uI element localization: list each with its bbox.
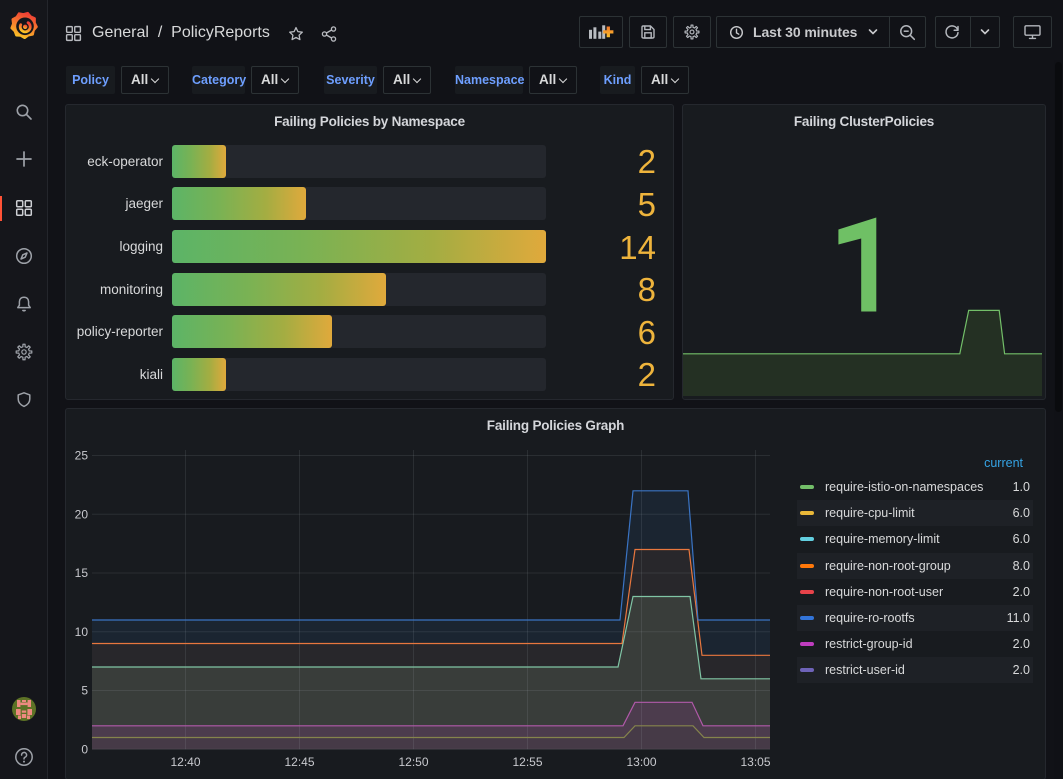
svg-text:5: 5: [81, 684, 88, 698]
svg-text:13:05: 13:05: [740, 755, 770, 769]
svg-text:20: 20: [75, 507, 89, 521]
svg-text:13:00: 13:00: [626, 755, 656, 769]
svg-text:15: 15: [75, 566, 89, 580]
svg-text:12:45: 12:45: [284, 755, 314, 769]
svg-text:10: 10: [75, 625, 89, 639]
svg-text:0: 0: [81, 742, 88, 756]
svg-text:25: 25: [75, 449, 89, 463]
svg-text:12:50: 12:50: [398, 755, 428, 769]
svg-text:12:55: 12:55: [512, 755, 542, 769]
svg-text:12:40: 12:40: [170, 755, 200, 769]
